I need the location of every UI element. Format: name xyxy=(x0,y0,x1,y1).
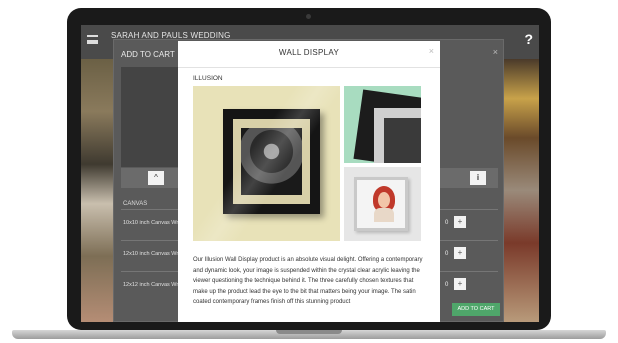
add-to-cart-button[interactable]: ADD TO CART xyxy=(452,303,500,316)
background-photo-right xyxy=(504,59,539,322)
portrait-face xyxy=(378,192,390,208)
cart-row-label: 10x10 inch Canvas Wr... xyxy=(123,220,183,226)
increase-quantity-button[interactable]: + xyxy=(454,278,466,290)
increase-quantity-button[interactable]: + xyxy=(454,247,466,259)
cart-row-label: 12x10 inch Canvas Wr... xyxy=(123,251,183,257)
quantity-value: 0 xyxy=(445,251,449,257)
product-description: Our Illusion Wall Display product is an … xyxy=(193,257,423,306)
help-button[interactable]: ? xyxy=(524,31,533,47)
laptop-frame: SARAH AND PAULS WEDDING ? ADD TO CART × … xyxy=(0,0,618,343)
section-header: CANVAS xyxy=(123,201,148,207)
modal-close-button[interactable]: × xyxy=(429,46,434,56)
modal-divider xyxy=(178,67,440,68)
quantity-value: 0 xyxy=(445,282,449,288)
info-button[interactable]: i xyxy=(470,171,486,185)
portrait-detail xyxy=(384,118,421,163)
laptop-notch xyxy=(276,330,342,334)
product-name: ILLUSION xyxy=(193,75,223,82)
quantity-value: 0 xyxy=(445,220,449,226)
background-photo-left xyxy=(81,59,113,322)
product-thumbnail-corner[interactable] xyxy=(344,86,421,163)
product-thumbnail-portrait[interactable] xyxy=(344,167,421,241)
cart-row-label: 12x12 inch Canvas Wr... xyxy=(123,282,183,288)
frame-shape xyxy=(354,177,408,231)
product-main-image[interactable] xyxy=(193,86,340,241)
screen: SARAH AND PAULS WEDDING ? ADD TO CART × … xyxy=(81,25,539,322)
chevron-up-button[interactable]: ^ xyxy=(148,171,164,185)
cart-close-button[interactable]: × xyxy=(493,47,498,57)
increase-quantity-button[interactable]: + xyxy=(454,216,466,228)
menu-icon[interactable] xyxy=(87,35,98,44)
cart-dialog-title: ADD TO CART xyxy=(121,50,175,59)
modal-title: WALL DISPLAY xyxy=(278,48,340,57)
acrylic-shine xyxy=(193,86,340,241)
portrait-body xyxy=(374,208,394,222)
camera-dot xyxy=(306,14,311,19)
wall-display-modal: WALL DISPLAY × ILLUSION Our Illusion Wal… xyxy=(178,41,440,322)
